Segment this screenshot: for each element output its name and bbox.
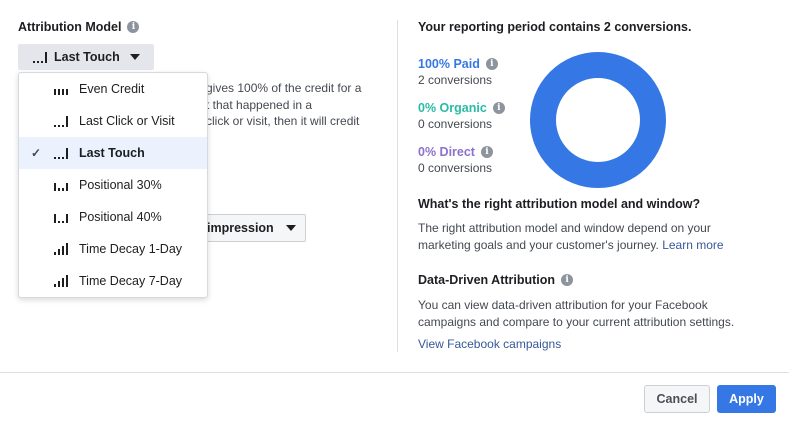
menu-item-even-credit[interactable]: Even Credit: [19, 73, 207, 105]
description-line: gives 100% of the credit for a: [206, 81, 362, 95]
time-decay-bars-icon: [54, 275, 68, 287]
section1-line: marketing goals and your customer's jour…: [418, 237, 659, 252]
menu-item-label: Positional 30%: [79, 178, 162, 192]
menu-item-time-decay-1-day[interactable]: Time Decay 1-Day: [19, 233, 207, 265]
right-model-question-title: What's the right attribution model and w…: [418, 197, 700, 211]
data-driven-attribution-text: You can view data-driven attribution for…: [418, 297, 778, 330]
menu-item-label: Last Touch: [79, 146, 145, 160]
section2-line: campaigns and compare to your current at…: [418, 314, 735, 329]
attribution-model-menu: Even Credit Last Click or Visit ✓ Last T…: [18, 72, 208, 298]
attribution-model-dropdown-button[interactable]: Last Touch: [18, 44, 154, 70]
stat-direct-conversions: 0 conversions: [418, 161, 493, 175]
menu-item-label: Even Credit: [79, 82, 145, 96]
last-click-bars-icon: [54, 116, 68, 127]
stat-organic-conversions: 0 conversions: [418, 117, 493, 131]
time-decay-bars-icon: [54, 243, 68, 255]
model-button-label: Last Touch: [54, 50, 120, 64]
even-credit-bars-icon: [54, 89, 68, 95]
view-facebook-campaigns-link[interactable]: View Facebook campaigns: [418, 337, 561, 351]
donut-segment-paid: [530, 52, 666, 188]
last-touch-bars-icon: [33, 52, 47, 63]
section1-title: What's the right attribution model and w…: [418, 197, 701, 211]
info-icon[interactable]: i: [485, 58, 498, 70]
info-icon[interactable]: i: [127, 21, 140, 33]
stat-organic: 0% Organic i 0 conversions: [418, 101, 505, 131]
info-icon[interactable]: i: [561, 274, 574, 286]
conversion-donut-chart: [530, 52, 666, 188]
attribution-model-panel: Attribution Model i: [18, 20, 388, 34]
menu-item-positional-30[interactable]: Positional 30%: [19, 169, 207, 201]
view-campaigns-row: View Facebook campaigns: [418, 336, 778, 353]
right-model-explanation: The right attribution model and window d…: [418, 220, 778, 253]
reporting-period-title: Your reporting period contains 2 convers…: [418, 20, 692, 34]
section1-line: The right attribution model and window d…: [418, 221, 711, 235]
chevron-down-icon: [285, 225, 296, 231]
menu-item-last-click-or-visit[interactable]: Last Click or Visit: [19, 105, 207, 137]
apply-button[interactable]: Apply: [717, 385, 776, 413]
description-line: click or visit, then it will credit: [206, 114, 360, 128]
data-driven-attribution-title: Data-Driven Attribution i: [418, 273, 574, 287]
menu-item-label: Last Click or Visit: [79, 114, 175, 128]
last-touch-bars-icon: [54, 148, 68, 159]
footer-divider: [0, 372, 789, 373]
description-line: t that happened in a: [206, 97, 313, 112]
menu-item-label: Time Decay 7-Day: [79, 274, 183, 288]
learn-more-link[interactable]: Learn more: [662, 238, 723, 252]
section2-title: Data-Driven Attribution: [418, 273, 556, 287]
vertical-divider: [397, 20, 398, 352]
cancel-button[interactable]: Cancel: [644, 385, 710, 413]
info-icon[interactable]: i: [480, 146, 493, 158]
stat-direct-label: 0% Direct: [418, 145, 475, 159]
checkmark-icon: ✓: [31, 146, 42, 160]
menu-item-last-touch[interactable]: ✓ Last Touch: [19, 137, 207, 169]
positional-bars-icon: [54, 214, 68, 223]
stat-paid-label: 100% Paid: [418, 57, 480, 71]
conversion-summary: Your reporting period contains 2 convers…: [418, 20, 778, 34]
stat-paid-conversions: 2 conversions: [418, 73, 493, 87]
positional-bars-icon: [54, 183, 68, 191]
stat-direct: 0% Direct i 0 conversions: [418, 145, 493, 175]
menu-item-label: Positional 40%: [79, 210, 162, 224]
attribution-model-title: Attribution Model: [18, 20, 122, 34]
chevron-down-icon: [129, 54, 140, 60]
window-button-label: impression: [207, 221, 274, 235]
stat-paid: 100% Paid i 2 conversions: [418, 57, 498, 87]
model-description: gives 100% of the credit for a t that ha…: [206, 80, 386, 130]
menu-item-label: Time Decay 1-Day: [79, 242, 183, 256]
attribution-model-heading: Attribution Model i: [18, 20, 388, 34]
stat-organic-label: 0% Organic: [418, 101, 487, 115]
menu-item-positional-40[interactable]: Positional 40%: [19, 201, 207, 233]
attribution-window-dropdown-button[interactable]: impression: [200, 214, 306, 242]
info-icon[interactable]: i: [492, 102, 505, 114]
menu-item-time-decay-7-day[interactable]: Time Decay 7-Day: [19, 265, 207, 297]
section2-line: You can view data-driven attribution for…: [418, 298, 708, 312]
